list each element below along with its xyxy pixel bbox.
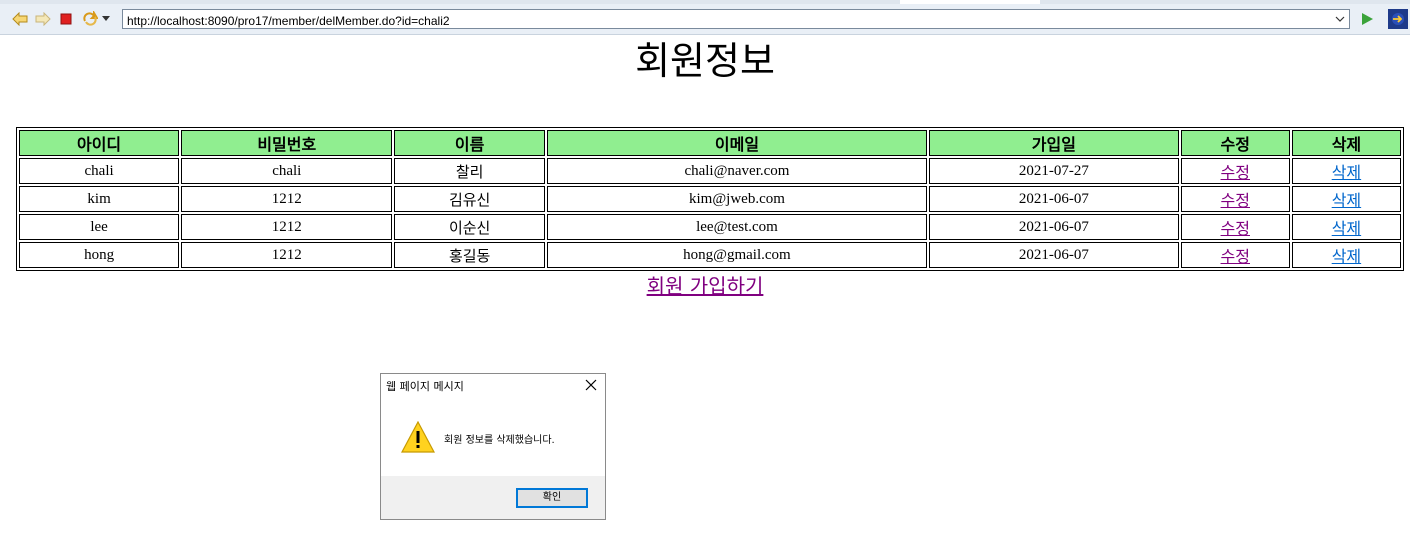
cell-name: 홍길동 xyxy=(394,242,545,268)
cell-name: 김유신 xyxy=(394,186,545,212)
warning-icon xyxy=(401,420,435,457)
delete-link[interactable]: 삭제 xyxy=(1332,219,1361,238)
cell-join-date: 2021-06-07 xyxy=(928,242,1179,268)
delete-link[interactable]: 삭제 xyxy=(1332,163,1361,182)
eclipse-icon[interactable] xyxy=(1388,9,1408,29)
url-history-dropdown-icon[interactable] xyxy=(1333,12,1347,26)
menu-dropdown-icon[interactable] xyxy=(100,10,112,28)
header-edit: 수정 xyxy=(1180,130,1290,156)
delete-link[interactable]: 삭제 xyxy=(1332,191,1361,210)
url-bar[interactable] xyxy=(122,9,1350,30)
header-join-date: 가입일 xyxy=(928,130,1179,156)
ok-button[interactable]: 확인 xyxy=(516,488,588,508)
member-table: 아이디 비밀번호 이름 이메일 가입일 수정 삭제 chali chali 찰리… xyxy=(16,127,1404,271)
cell-email: kim@jweb.com xyxy=(546,186,927,212)
cell-edit: 수정 xyxy=(1180,242,1290,268)
cell-id: kim xyxy=(19,186,180,212)
cell-delete: 삭제 xyxy=(1291,186,1401,212)
cell-join-date: 2021-07-27 xyxy=(928,158,1179,184)
cell-password: 1212 xyxy=(181,242,393,268)
cell-id: chali xyxy=(19,158,180,184)
edit-link[interactable]: 수정 xyxy=(1221,247,1250,266)
alert-dialog: 웹 페이지 메시지 회원 정보를 삭제했습니다. 확인 xyxy=(380,373,606,520)
cell-name: 이순신 xyxy=(394,214,545,240)
browser-toolbar xyxy=(0,4,1410,35)
edit-link[interactable]: 수정 xyxy=(1221,219,1250,238)
back-icon[interactable] xyxy=(11,10,29,28)
cell-password: chali xyxy=(181,158,393,184)
cell-edit: 수정 xyxy=(1180,158,1290,184)
delete-link[interactable]: 삭제 xyxy=(1332,247,1361,266)
cell-password: 1212 xyxy=(181,186,393,212)
table-row: kim 1212 김유신 kim@jweb.com 2021-06-07 수정 … xyxy=(19,186,1401,212)
cell-password: 1212 xyxy=(181,214,393,240)
stop-icon[interactable] xyxy=(57,10,75,28)
table-row: lee 1212 이순신 lee@test.com 2021-06-07 수정 … xyxy=(19,214,1401,240)
cell-email: lee@test.com xyxy=(546,214,927,240)
table-row: chali chali 찰리 chali@naver.com 2021-07-2… xyxy=(19,158,1401,184)
header-name: 이름 xyxy=(394,130,545,156)
join-link-container: 회원 가입하기 xyxy=(0,270,1410,299)
cell-edit: 수정 xyxy=(1180,186,1290,212)
close-icon[interactable] xyxy=(583,377,599,393)
dialog-footer: 확인 xyxy=(381,476,605,519)
join-member-link[interactable]: 회원 가입하기 xyxy=(647,274,764,298)
refresh-icon[interactable] xyxy=(81,10,99,28)
cell-edit: 수정 xyxy=(1180,214,1290,240)
dialog-title: 웹 페이지 메시지 xyxy=(386,380,464,393)
edit-link[interactable]: 수정 xyxy=(1221,191,1250,210)
table-row: hong 1212 홍길동 hong@gmail.com 2021-06-07 … xyxy=(19,242,1401,268)
edit-link[interactable]: 수정 xyxy=(1221,163,1250,182)
url-input[interactable] xyxy=(123,12,1331,30)
cell-delete: 삭제 xyxy=(1291,242,1401,268)
cell-join-date: 2021-06-07 xyxy=(928,214,1179,240)
cell-id: lee xyxy=(19,214,180,240)
page-title: 회원정보 xyxy=(635,39,775,83)
header-email: 이메일 xyxy=(546,130,927,156)
dialog-message: 회원 정보를 삭제했습니다. xyxy=(444,435,555,446)
table-header-row: 아이디 비밀번호 이름 이메일 가입일 수정 삭제 xyxy=(19,130,1401,156)
cell-join-date: 2021-06-07 xyxy=(928,186,1179,212)
cell-id: hong xyxy=(19,242,180,268)
forward-icon[interactable] xyxy=(34,10,52,28)
header-id: 아이디 xyxy=(19,130,180,156)
cell-delete: 삭제 xyxy=(1291,158,1401,184)
cell-email: hong@gmail.com xyxy=(546,242,927,268)
header-delete: 삭제 xyxy=(1291,130,1401,156)
cell-email: chali@naver.com xyxy=(546,158,927,184)
header-password: 비밀번호 xyxy=(181,130,393,156)
cell-name: 찰리 xyxy=(394,158,545,184)
cell-delete: 삭제 xyxy=(1291,214,1401,240)
go-icon[interactable] xyxy=(1358,10,1376,28)
